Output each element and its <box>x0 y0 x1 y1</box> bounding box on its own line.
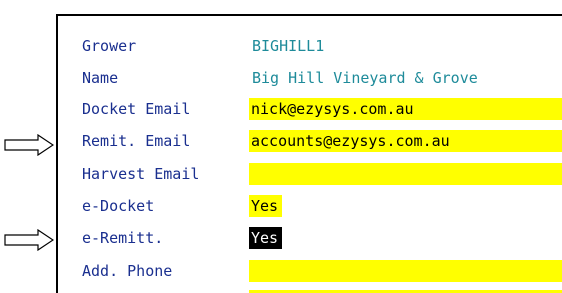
docket-email-label: Docket Email <box>82 100 191 118</box>
e-docket-field[interactable]: Yes <box>249 195 283 217</box>
name-row: Name Big Hill Vineyard & Grove <box>58 66 562 90</box>
e-docket-row: e-Docket Yes <box>58 194 562 218</box>
remit-email-label: Remit. Email <box>82 132 191 150</box>
docket-email-field[interactable]: nick@ezysys.com.au <box>249 98 562 120</box>
harvest-email-row: Harvest Email <box>58 162 562 186</box>
remit-email-row: Remit. Email accounts@ezysys.com.au <box>58 129 562 153</box>
add-phone-row: Add. Phone <box>58 259 562 283</box>
docket-email-row: Docket Email nick@ezysys.com.au <box>58 97 562 121</box>
e-docket-label: e-Docket <box>82 197 155 215</box>
e-remitt-row: e-Remitt. Yes <box>58 226 562 250</box>
right-arrow-icon <box>4 134 54 156</box>
add-phone-label: Add. Phone <box>82 262 173 280</box>
grower-label: Grower <box>82 37 137 55</box>
grower-row: Grower BIGHILL1 <box>58 34 562 58</box>
harvest-email-label: Harvest Email <box>82 165 200 183</box>
remit-email-field[interactable]: accounts@ezysys.com.au <box>249 130 562 152</box>
right-arrow-icon <box>4 229 54 251</box>
harvest-email-field[interactable] <box>249 163 562 185</box>
name-label: Name <box>82 69 119 87</box>
grower-detail-panel: Grower BIGHILL1 Name Big Hill Vineyard &… <box>56 14 562 293</box>
e-remitt-label: e-Remitt. <box>82 229 164 247</box>
add-phone-field[interactable] <box>249 260 562 282</box>
e-remitt-field[interactable]: Yes <box>249 227 283 249</box>
name-value: Big Hill Vineyard & Grove <box>252 69 478 87</box>
grower-value: BIGHILL1 <box>252 37 325 55</box>
